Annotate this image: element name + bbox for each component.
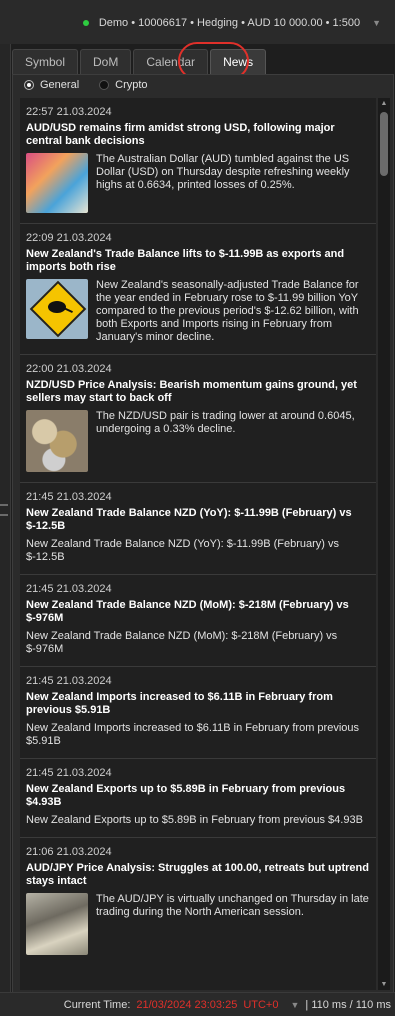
tab-news[interactable]: News — [210, 49, 267, 74]
news-title[interactable]: New Zealand Trade Balance NZD (MoM): $-2… — [26, 599, 370, 625]
news-item[interactable]: 22:09 21.03.2024 New Zealand's Trade Bal… — [20, 224, 376, 355]
radio-crypto[interactable]: Crypto — [99, 79, 148, 91]
news-summary: The AUD/JPY is virtually unchanged on Th… — [96, 893, 369, 918]
news-list[interactable]: 22:57 21.03.2024 AUD/USD remains firm am… — [20, 98, 376, 990]
news-scrollbar[interactable]: ▲ ▼ — [378, 98, 390, 990]
news-item[interactable]: 21:45 21.03.2024 New Zealand Trade Balan… — [20, 483, 376, 575]
connection-status-icon — [82, 20, 89, 26]
news-time: 22:00 21.03.2024 — [26, 363, 112, 375]
current-time-label: Current Time: — [63, 998, 131, 1011]
news-time: 22:09 21.03.2024 — [26, 232, 112, 244]
radio-general-label: General — [40, 79, 80, 91]
tab-symbol[interactable]: Symbol — [12, 49, 79, 74]
panel-tabs: Symbol DoM Calendar News — [12, 44, 392, 74]
news-summary: New Zealand Exports up to $5.89B in Febr… — [26, 814, 363, 826]
news-summary: New Zealand Trade Balance NZD (YoY): $-1… — [26, 538, 340, 563]
current-time-value: 21/03/2024 23:03:25 — [136, 998, 238, 1011]
account-info-text: Demo • 10006617 • Hedging • AUD 10 000.0… — [98, 17, 361, 29]
news-summary: New Zealand's seasonally-adjusted Trade … — [96, 279, 359, 343]
news-title[interactable]: New Zealand Imports increased to $6.11B … — [26, 691, 370, 717]
chevron-down-icon[interactable]: ▼ — [290, 1000, 299, 1010]
news-item[interactable]: 21:45 21.03.2024 New Zealand Imports inc… — [20, 667, 376, 759]
news-item[interactable]: 21:45 21.03.2024 New Zealand Trade Balan… — [20, 575, 376, 667]
news-title[interactable]: New Zealand Exports up to $5.89B in Febr… — [26, 783, 370, 809]
left-panel-edge — [0, 44, 11, 992]
news-time: 21:45 21.03.2024 — [26, 491, 112, 503]
latency-readout: | 110 ms / 110 ms — [305, 998, 391, 1011]
news-time: 21:45 21.03.2024 — [26, 675, 112, 687]
timezone-selector[interactable]: UTC+0 — [243, 999, 278, 1011]
radio-crypto-label: Crypto — [115, 79, 148, 91]
news-thumbnail — [26, 893, 88, 955]
news-title[interactable]: AUD/USD remains firm amidst strong USD, … — [26, 122, 370, 148]
news-time: 21:06 21.03.2024 — [26, 846, 112, 858]
collapse-handle[interactable] — [0, 514, 8, 516]
news-thumbnail — [26, 410, 88, 472]
news-thumbnail — [26, 153, 88, 213]
radio-checked-icon — [24, 80, 34, 90]
news-title[interactable]: New Zealand's Trade Balance lifts to $-1… — [26, 248, 370, 274]
news-summary: The NZD/USD pair is trading lower at aro… — [96, 410, 355, 435]
news-summary: The Australian Dollar (AUD) tumbled agai… — [96, 153, 350, 191]
news-time: 22:57 21.03.2024 — [26, 106, 112, 118]
news-title[interactable]: NZD/USD Price Analysis: Bearish momentum… — [26, 379, 370, 405]
news-title[interactable]: AUD/JPY Price Analysis: Struggles at 100… — [26, 862, 370, 888]
tab-dom[interactable]: DoM — [80, 49, 132, 74]
scrollbar-thumb[interactable] — [380, 112, 388, 176]
news-time: 21:45 21.03.2024 — [26, 767, 112, 779]
tab-calendar[interactable]: Calendar — [133, 49, 209, 74]
scroll-down-icon[interactable]: ▼ — [380, 981, 388, 988]
chevron-down-icon[interactable]: ▼ — [372, 18, 381, 28]
top-bar: Demo • 10006617 • Hedging • AUD 10 000.0… — [0, 0, 395, 44]
scroll-up-icon[interactable]: ▲ — [380, 100, 388, 107]
account-info[interactable]: Demo • 10006617 • Hedging • AUD 10 000.0… — [82, 17, 381, 29]
news-item[interactable]: 21:06 21.03.2024 AUD/JPY Price Analysis:… — [20, 838, 376, 965]
news-summary: New Zealand Trade Balance NZD (MoM): $-2… — [26, 630, 338, 655]
radio-general[interactable]: General — [24, 79, 79, 91]
news-summary: New Zealand Imports increased to $6.11B … — [26, 722, 360, 747]
news-item[interactable]: 22:00 21.03.2024 NZD/USD Price Analysis:… — [20, 355, 376, 483]
radio-unchecked-icon — [99, 80, 110, 90]
collapse-handle[interactable] — [0, 504, 8, 506]
news-time: 21:45 21.03.2024 — [26, 583, 112, 595]
status-bar: Current Time: 21/03/2024 23:03:25 UTC+0 … — [0, 992, 395, 1016]
news-filter: General Crypto — [12, 74, 148, 96]
news-title[interactable]: New Zealand Trade Balance NZD (YoY): $-1… — [26, 507, 370, 533]
news-item[interactable]: 21:45 21.03.2024 New Zealand Exports up … — [20, 759, 376, 838]
news-thumbnail — [26, 279, 88, 339]
news-item[interactable]: 22:57 21.03.2024 AUD/USD remains firm am… — [20, 98, 376, 224]
